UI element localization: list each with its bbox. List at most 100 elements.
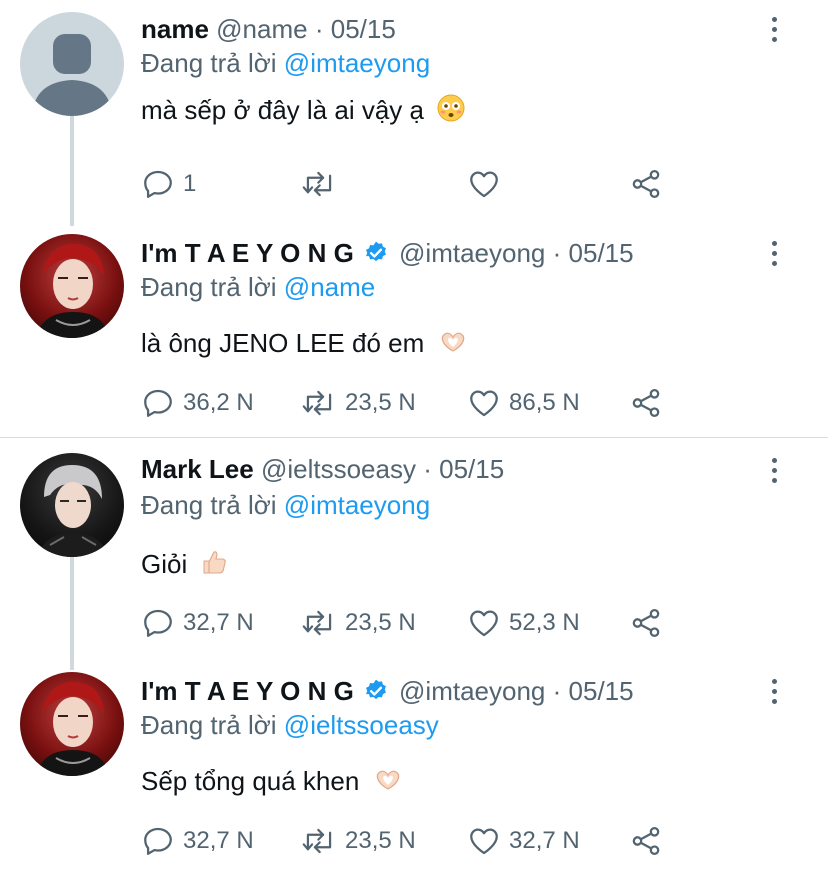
tweet[interactable]: I'm T A E Y O N G @imtaeyong · 05/15 Đan…	[0, 222, 828, 436]
retweet-count: 23,5 N	[345, 827, 416, 854]
tweet[interactable]: name @name · 05/15 Đang trả lời @imtaeyo…	[0, 0, 828, 220]
verified-badge-icon	[366, 679, 386, 700]
tweet-date[interactable]: 05/15	[569, 676, 634, 706]
tweet-text: mà sếp ở đây là ai vậy ạ	[141, 94, 465, 126]
tweet-text-content: mà sếp ở đây là ai vậy ạ	[141, 95, 424, 125]
retweet-button[interactable]: 23,5 N	[301, 385, 416, 421]
display-name[interactable]: I'm T A E Y O N G	[141, 676, 354, 706]
like-button[interactable]: 86,5 N	[467, 385, 580, 421]
handle[interactable]: @ieltssoeasy	[261, 454, 416, 484]
reply-mention-link[interactable]: @name	[284, 272, 375, 302]
heart-icon	[470, 390, 498, 417]
like-button[interactable]: 32,7 N	[467, 823, 580, 859]
replying-to: Đang trả lời @name	[141, 272, 375, 303]
tweet-actions: 32,7 N 23,5 N 52,3 N	[141, 605, 681, 641]
tweet-text: Giỏi	[141, 548, 228, 580]
display-name[interactable]: Mark Lee	[141, 454, 254, 484]
reply-icon	[144, 170, 172, 198]
reply-mention-link[interactable]: @ieltssoeasy	[284, 710, 439, 740]
reply-button[interactable]: 1	[141, 166, 196, 202]
share-button[interactable]	[629, 605, 663, 641]
profile-photo-icon	[36, 243, 110, 338]
display-name[interactable]: I'm T A E Y O N G	[141, 238, 354, 268]
reply-mention-link[interactable]: @imtaeyong	[284, 48, 430, 78]
tweet-date[interactable]: 05/15	[439, 454, 504, 484]
retweet-icon	[302, 828, 332, 854]
retweet-icon	[302, 171, 332, 197]
more-options-icon[interactable]	[766, 679, 782, 709]
tweet-date[interactable]: 05/15	[569, 238, 634, 268]
separator: ·	[552, 238, 562, 268]
replying-to: Đang trả lời @imtaeyong	[141, 490, 430, 521]
avatar[interactable]	[20, 672, 124, 776]
more-options-icon[interactable]	[766, 241, 782, 271]
replying-to-label: Đang trả lời	[141, 272, 277, 302]
share-icon	[632, 608, 660, 638]
reply-button[interactable]: 36,2 N	[141, 385, 254, 421]
tweet-text-content: Sếp tổng quá khen	[141, 766, 360, 796]
reply-count: 32,7 N	[183, 827, 254, 854]
avatar[interactable]	[20, 12, 124, 116]
tweet-actions: 32,7 N 23,5 N 32,7 N	[141, 823, 681, 859]
tweet-text-content: Giỏi	[141, 549, 188, 579]
reply-count: 32,7 N	[183, 609, 254, 636]
handle[interactable]: @imtaeyong	[399, 238, 545, 268]
reply-icon	[144, 389, 172, 417]
tweet-header: I'm T A E Y O N G @imtaeyong · 05/15	[141, 238, 634, 269]
display-name[interactable]: name	[141, 14, 209, 44]
more-options-icon[interactable]	[766, 17, 782, 47]
retweet-icon	[302, 610, 332, 636]
share-icon	[632, 826, 660, 856]
separator: ·	[314, 14, 324, 44]
tweet[interactable]: I'm T A E Y O N G @imtaeyong · 05/15 Đan…	[0, 660, 828, 872]
like-button[interactable]	[467, 166, 509, 202]
retweet-count: 23,5 N	[345, 389, 416, 416]
heart-hands-emoji-icon	[376, 770, 399, 790]
profile-photo-icon	[36, 681, 110, 776]
heart-icon	[470, 171, 498, 198]
share-button[interactable]	[629, 823, 663, 859]
handle[interactable]: @imtaeyong	[399, 676, 545, 706]
avatar[interactable]	[20, 234, 124, 338]
tweet-header: name @name · 05/15	[141, 14, 396, 45]
separator: ·	[423, 454, 432, 484]
retweet-icon	[302, 390, 332, 416]
verified-badge-icon	[366, 241, 386, 262]
like-count: 32,7 N	[509, 827, 580, 854]
like-count: 52,3 N	[509, 609, 580, 636]
reply-mention-link[interactable]: @imtaeyong	[284, 490, 430, 520]
replying-to-label: Đang trả lời	[141, 48, 277, 78]
tweet-text-content: là ông JENO LEE đó em	[141, 328, 425, 358]
flushed-face-emoji-icon	[437, 94, 465, 122]
retweet-button[interactable]	[301, 166, 345, 202]
more-options-icon[interactable]	[766, 458, 782, 488]
tweet-date[interactable]: 05/15	[331, 14, 396, 44]
thumbs-up-emoji-icon	[203, 551, 227, 574]
reply-count: 1	[183, 170, 197, 197]
tweet-actions: 1	[141, 166, 681, 202]
retweet-button[interactable]: 23,5 N	[301, 823, 416, 859]
heart-icon	[470, 828, 498, 855]
tweet-text: là ông JENO LEE đó em	[141, 328, 468, 359]
share-button[interactable]	[629, 166, 663, 202]
replying-to-label: Đang trả lời	[141, 710, 277, 740]
share-icon	[632, 169, 660, 199]
heart-hands-emoji-icon	[441, 332, 464, 352]
reply-count: 36,2 N	[183, 389, 254, 416]
reply-button[interactable]: 32,7 N	[141, 823, 254, 859]
separator: ·	[552, 676, 562, 706]
tweet-header: I'm T A E Y O N G @imtaeyong · 05/15	[141, 676, 634, 707]
share-button[interactable]	[629, 385, 663, 421]
retweet-count: 23,5 N	[345, 609, 416, 636]
handle[interactable]: @name	[216, 14, 307, 44]
replying-to-label: Đang trả lời	[141, 490, 277, 520]
tweet-header: Mark Lee @ieltssoeasy · 05/15	[141, 454, 504, 485]
retweet-button[interactable]: 23,5 N	[301, 605, 416, 641]
like-button[interactable]: 52,3 N	[467, 605, 580, 641]
tweet-actions: 36,2 N 23,5 N 86,5 N	[141, 385, 681, 421]
tweet[interactable]: Mark Lee @ieltssoeasy · 05/15 Đang trả l…	[0, 438, 828, 658]
share-icon	[632, 388, 660, 418]
heart-icon	[470, 610, 498, 637]
reply-button[interactable]: 32,7 N	[141, 605, 254, 641]
avatar[interactable]	[20, 453, 124, 557]
